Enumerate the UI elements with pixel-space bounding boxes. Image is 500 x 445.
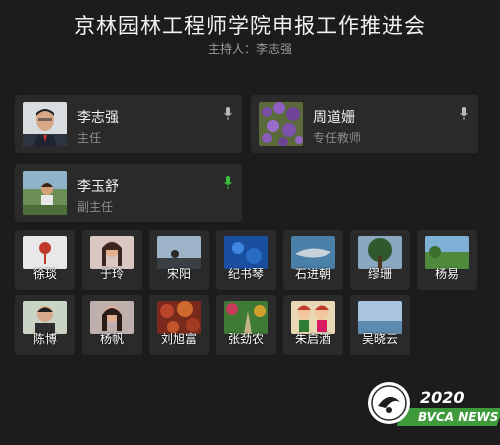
participant-name: 陈博 (32, 332, 57, 346)
participant-avatar (23, 102, 67, 146)
participant-name: 李志强 (77, 110, 119, 126)
microphone-icon[interactable] (224, 107, 232, 121)
participant-tile[interactable]: 朱启酒 (283, 295, 343, 355)
microphone-icon[interactable] (460, 107, 468, 121)
featured-participant-card[interactable]: 李志强 主任 (15, 95, 242, 153)
badge-label: BVCA NEWS (418, 410, 499, 424)
featured-participant-card[interactable]: 李玉舒 副主任 (15, 164, 242, 222)
participant-tile[interactable]: 杨易 (417, 230, 477, 290)
participant-name: 刘旭富 (160, 332, 197, 346)
participant-tile[interactable]: 吴晓云 (350, 295, 410, 355)
participant-name: 宋阳 (166, 267, 191, 281)
participant-tile[interactable]: 宋阳 (149, 230, 209, 290)
participant-name: 缪珊 (367, 267, 392, 281)
participant-name: 纪书琴 (227, 267, 264, 281)
participant-tile[interactable]: 陈博 (15, 295, 75, 355)
participant-tile[interactable]: 纪书琴 (216, 230, 276, 290)
participant-role: 主任 (77, 131, 102, 145)
participant-tile[interactable]: 于玲 (82, 230, 142, 290)
participant-role: 副主任 (77, 200, 114, 214)
participant-name: 周道姗 (313, 110, 355, 126)
participant-tile[interactable]: 石进朝 (283, 230, 343, 290)
microphone-active-icon[interactable] (224, 176, 232, 190)
participant-role: 专任教师 (313, 131, 362, 145)
participant-name: 李玉舒 (77, 179, 119, 195)
participant-tile[interactable]: 张劲农 (216, 295, 276, 355)
participant-name: 杨易 (434, 267, 459, 281)
participant-tile[interactable]: 徐琰 (15, 230, 75, 290)
participant-name: 于玲 (99, 267, 124, 281)
participant-name: 朱启酒 (294, 332, 331, 346)
bvca-news-badge: 2020 BVCA NEWS (366, 380, 500, 445)
college-seal-logo (368, 382, 410, 424)
participant-name: 杨帆 (99, 332, 124, 346)
participant-tile[interactable]: 刘旭富 (149, 295, 209, 355)
badge-year: 2020 (420, 388, 465, 407)
meeting-title: 京林园林工程师学院申报工作推进会 (74, 14, 426, 38)
participant-name: 石进朝 (294, 267, 331, 281)
participant-avatar (259, 102, 303, 146)
meeting-host: 主持人：李志强 (207, 42, 292, 56)
participant-tile[interactable]: 杨帆 (82, 295, 142, 355)
participant-name: 徐琰 (32, 267, 57, 281)
participant-name: 吴晓云 (361, 332, 398, 346)
participant-tile[interactable]: 缪珊 (350, 230, 410, 290)
participant-name: 张劲农 (227, 332, 264, 346)
featured-participant-card[interactable]: 周道姗 专任教师 (251, 95, 478, 153)
participant-avatar (23, 171, 67, 215)
